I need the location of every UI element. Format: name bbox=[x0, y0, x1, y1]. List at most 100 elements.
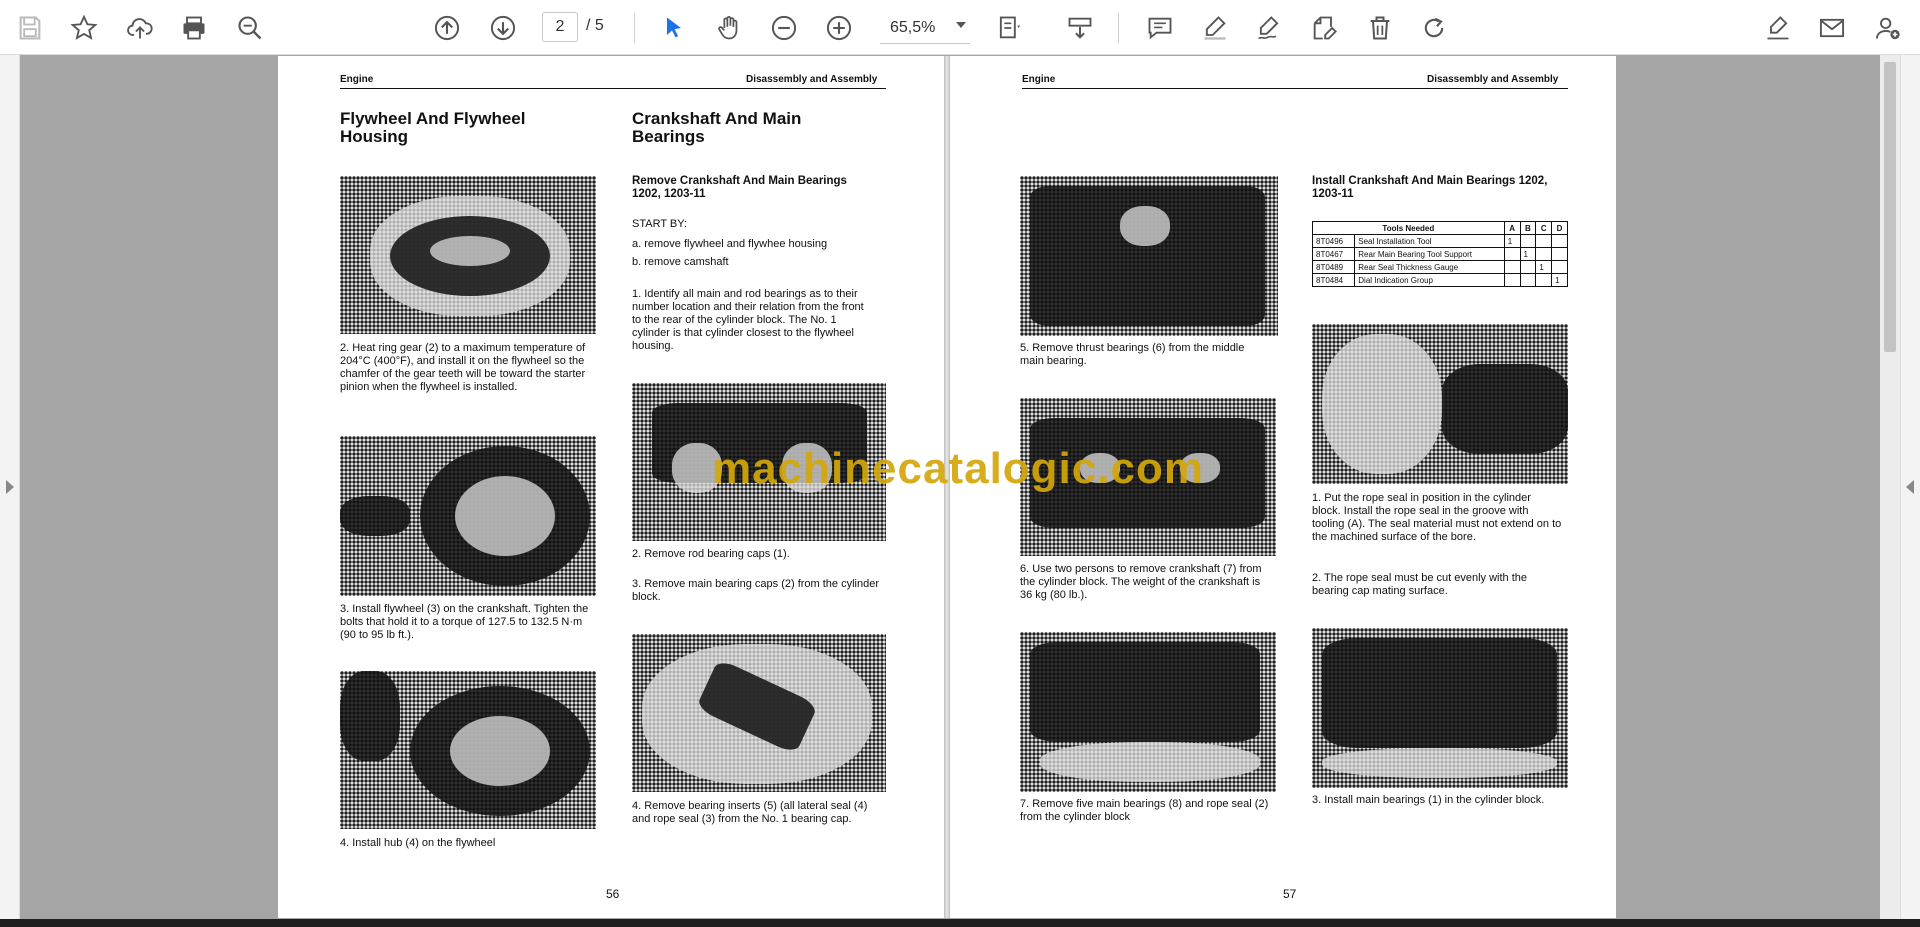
fit-page-icon[interactable] bbox=[993, 12, 1025, 44]
upload-cloud-icon[interactable] bbox=[124, 12, 156, 44]
table-cell: 8T0467 bbox=[1311, 247, 1356, 261]
star-icon[interactable] bbox=[68, 12, 100, 44]
zoom-search-icon[interactable] bbox=[234, 12, 266, 44]
table-row: 8T0496 Seal Installation Tool 1 bbox=[1311, 234, 1568, 248]
page-header-left: Engine bbox=[1022, 74, 1056, 85]
start-by-label: START BY: bbox=[632, 218, 688, 230]
table-cell bbox=[1551, 260, 1568, 274]
caption-install-step-2: 2. The rope seal must be cut evenly with… bbox=[1312, 572, 1528, 597]
toolbar-divider bbox=[1118, 13, 1119, 43]
caption-step-2b: 2. Remove rod bearing caps (1). bbox=[632, 548, 790, 560]
photo-install-main-bearings bbox=[1312, 628, 1568, 788]
photo-main-bearings bbox=[1020, 632, 1276, 792]
print-icon[interactable] bbox=[178, 12, 210, 44]
zoom-value: 65,5% bbox=[890, 18, 936, 36]
page-number: 56 bbox=[606, 887, 620, 901]
header-rule bbox=[1022, 88, 1568, 89]
step-1-text: 1. Identify all main and rod bearings as… bbox=[632, 288, 864, 352]
hand-icon[interactable] bbox=[713, 12, 745, 44]
photo-flywheel-ring-gear bbox=[340, 176, 596, 334]
table-cell bbox=[1519, 234, 1537, 248]
arrow-down-circle-icon[interactable] bbox=[487, 12, 519, 44]
comment-icon[interactable] bbox=[1144, 12, 1176, 44]
table-cell bbox=[1503, 260, 1521, 274]
table-cell bbox=[1535, 273, 1553, 287]
header-rule bbox=[340, 88, 886, 89]
page-header-left: Engine bbox=[340, 74, 374, 85]
draw-icon[interactable] bbox=[1253, 12, 1285, 44]
table-row: 8T0489 Rear Seal Thickness Gauge 1 bbox=[1311, 260, 1568, 274]
toolbar-divider bbox=[634, 13, 635, 43]
page-header-right: Disassembly and Assembly bbox=[1427, 74, 1559, 85]
photo-bearing-inserts bbox=[632, 634, 886, 792]
zoom-in-icon[interactable] bbox=[823, 12, 855, 44]
chevron-right-icon bbox=[6, 480, 14, 494]
cursor-icon[interactable] bbox=[658, 12, 690, 44]
subsection-title: Remove Crankshaft And Main Bearings 1202… bbox=[632, 175, 847, 200]
table-cell bbox=[1535, 247, 1553, 261]
delete-icon[interactable] bbox=[1364, 12, 1396, 44]
table-cell: Seal Installation Tool bbox=[1354, 234, 1505, 248]
table-cell bbox=[1519, 260, 1537, 274]
zoom-select[interactable]: 65,5% bbox=[880, 12, 970, 44]
scroll-mode-icon[interactable] bbox=[1064, 12, 1096, 44]
redo-icon[interactable] bbox=[1418, 12, 1450, 44]
section-title: Flywheel And Flywheel Housing bbox=[340, 109, 526, 146]
highlight-icon[interactable] bbox=[1199, 12, 1231, 44]
table-cell: Dial Indication Group bbox=[1354, 273, 1505, 287]
table-cell bbox=[1503, 247, 1521, 261]
photo-flywheel-hub bbox=[340, 671, 596, 829]
sign-icon[interactable] bbox=[1762, 12, 1794, 44]
table-header-cell: Tools Needed bbox=[1312, 221, 1505, 235]
page-number-input[interactable] bbox=[542, 12, 578, 42]
add-user-icon[interactable] bbox=[1872, 12, 1904, 44]
table-cell bbox=[1551, 247, 1568, 261]
table-cell: 8T0489 bbox=[1311, 260, 1356, 274]
start-by-item-a: a. remove flywheel and flywhee housing bbox=[632, 238, 828, 250]
table-header-row: Tools Needed A B C D bbox=[1312, 221, 1568, 235]
left-panel-toggle[interactable] bbox=[0, 55, 20, 919]
edit-icon[interactable] bbox=[1308, 12, 1340, 44]
table-cell bbox=[1551, 234, 1568, 248]
tools-needed-table: Tools Needed A B C D 8T0496 Seal Install… bbox=[1311, 221, 1568, 287]
page-total: / 5 bbox=[586, 17, 604, 34]
table-cell: 1 bbox=[1551, 273, 1568, 287]
toolbar: / 5 65,5% bbox=[0, 0, 1920, 55]
table-header-cell: B bbox=[1519, 221, 1537, 235]
arrow-up-circle-icon[interactable] bbox=[431, 12, 463, 44]
table-cell bbox=[1519, 273, 1537, 287]
table-cell bbox=[1535, 234, 1553, 248]
table-cell: Rear Main Bearing Tool Support bbox=[1354, 247, 1505, 261]
table-header-cell: D bbox=[1551, 221, 1568, 235]
page-number: 57 bbox=[1283, 887, 1297, 901]
caption-step-5: 5. Remove thrust bearings (6) from the m… bbox=[1020, 342, 1245, 367]
photo-thrust-bearings bbox=[1020, 176, 1278, 336]
chevron-down-icon bbox=[956, 22, 966, 28]
section-title: Crankshaft And Main Bearings bbox=[632, 109, 802, 146]
table-row: 8T0467 Rear Main Bearing Tool Support 1 bbox=[1311, 247, 1568, 261]
caption-step-7: 7. Remove five main bearings (8) and rop… bbox=[1020, 798, 1269, 823]
table-cell bbox=[1503, 273, 1521, 287]
zoom-out-icon[interactable] bbox=[768, 12, 800, 44]
caption-step-4b: 4. Remove bearing inserts (5) (all later… bbox=[632, 800, 868, 825]
email-icon[interactable] bbox=[1816, 12, 1848, 44]
caption-install-step-1: 1. Put the rope seal in position in the … bbox=[1312, 492, 1562, 543]
table-cell: 1 bbox=[1519, 247, 1537, 261]
scrollbar-thumb[interactable] bbox=[1884, 62, 1896, 352]
right-panel-toggle[interactable] bbox=[1900, 55, 1920, 919]
caption-step-2: 2. Heat ring gear (2) to a maximum tempe… bbox=[340, 342, 586, 393]
bottom-strip bbox=[0, 919, 1920, 927]
caption-step-3b: 3. Remove main bearing caps (2) from the… bbox=[632, 578, 879, 603]
photo-rope-seal bbox=[1312, 324, 1568, 484]
table-cell: 1 bbox=[1503, 234, 1521, 248]
photo-flywheel-install bbox=[340, 436, 596, 596]
table-cell: 8T0484 bbox=[1311, 273, 1356, 287]
table-row: 8T0484 Dial Indication Group 1 bbox=[1311, 273, 1568, 287]
table-header-cell: A bbox=[1503, 221, 1521, 235]
table-cell: Rear Seal Thickness Gauge bbox=[1354, 260, 1505, 274]
caption-step-6: 6. Use two persons to remove crankshaft … bbox=[1020, 563, 1262, 601]
start-by-item-b: b. remove camshaft bbox=[632, 256, 729, 268]
page-header-right: Disassembly and Assembly bbox=[746, 74, 878, 85]
save-icon[interactable] bbox=[14, 12, 46, 44]
table-cell: 1 bbox=[1535, 260, 1553, 274]
